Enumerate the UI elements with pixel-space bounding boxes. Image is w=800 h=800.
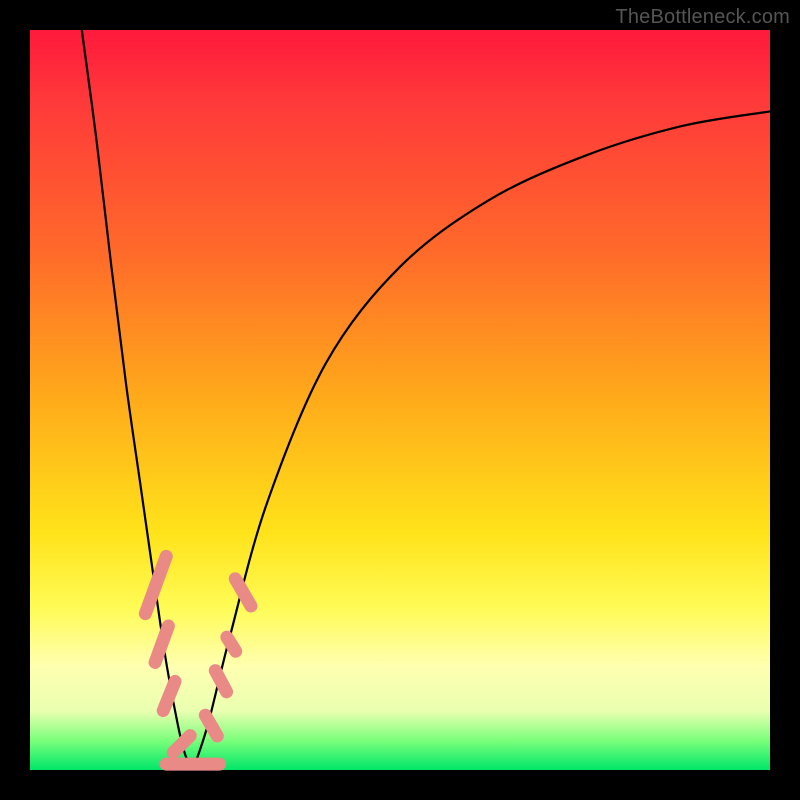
right-branch-curve <box>193 111 770 770</box>
marker-capsule <box>226 570 259 615</box>
marker-capsule <box>206 662 235 701</box>
chart-frame: TheBottleneck.com <box>0 0 800 800</box>
curve-layer <box>30 30 770 770</box>
plot-area <box>30 30 770 770</box>
left-branch-curve <box>82 30 193 770</box>
attribution-text: TheBottleneck.com <box>615 6 790 29</box>
marker-capsule <box>137 548 175 622</box>
marker-capsule <box>147 618 177 671</box>
marker-capsule <box>218 628 245 660</box>
marker-cluster <box>137 548 260 771</box>
marker-capsule <box>160 758 227 771</box>
marker-capsule <box>155 673 184 719</box>
marker-capsule <box>164 726 199 761</box>
